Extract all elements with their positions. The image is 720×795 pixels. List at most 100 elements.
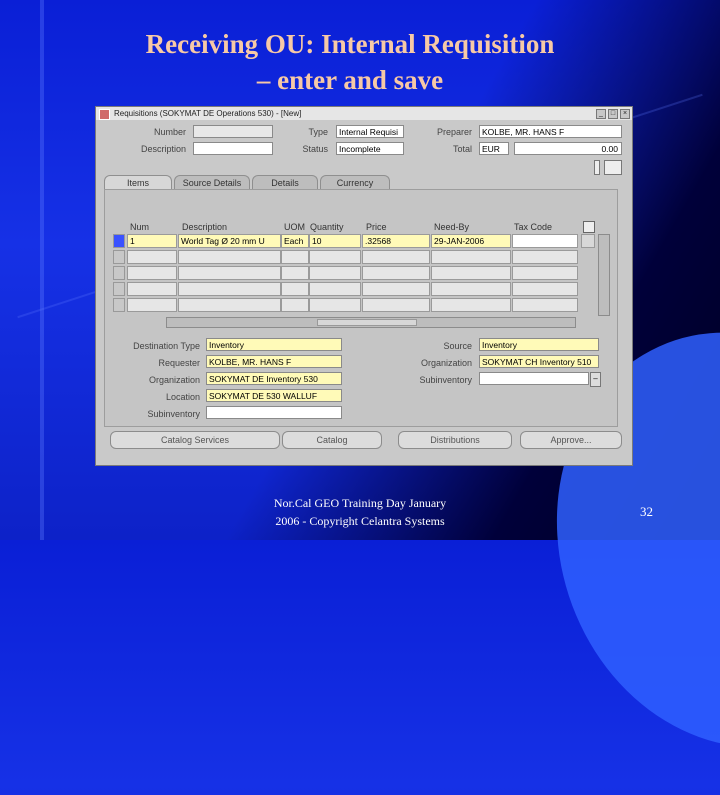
title-line-1: Receiving OU: Internal Requisition — [145, 29, 555, 59]
source-organization-field[interactable]: SOKYMAT CH Inventory 510 — [479, 355, 599, 368]
cell-num[interactable]: 1 — [127, 234, 177, 248]
requester-field[interactable]: KOLBE, MR. HANS F — [206, 355, 342, 368]
table-cell[interactable] — [309, 250, 361, 264]
table-cell[interactable] — [512, 250, 578, 264]
tab-source-details[interactable]: Source Details — [174, 175, 250, 190]
table-cell[interactable] — [127, 282, 177, 296]
table-cell[interactable] — [178, 250, 281, 264]
table-cell[interactable] — [178, 298, 281, 312]
close-icon[interactable]: × — [620, 109, 630, 119]
total-field[interactable]: 0.00 — [514, 142, 622, 155]
destination-type-label: Destination Type — [133, 341, 200, 351]
table-cell[interactable] — [281, 250, 309, 264]
window-titlebar: Requisitions (SOKYMAT DE Operations 530)… — [96, 107, 632, 120]
source-subinventory-label: Subinventory — [419, 375, 472, 385]
table-cell[interactable] — [362, 282, 430, 296]
requisitions-window: Requisitions (SOKYMAT DE Operations 530)… — [95, 106, 633, 466]
row-selector[interactable] — [113, 282, 125, 296]
select-all-checkbox[interactable] — [583, 221, 595, 233]
table-cell[interactable] — [431, 250, 511, 264]
row-selector[interactable] — [113, 234, 125, 248]
slide-title: Receiving OU: Internal Requisition – ent… — [0, 26, 700, 98]
col-uom: UOM — [284, 222, 305, 232]
window-title: Requisitions (SOKYMAT DE Operations 530)… — [114, 109, 302, 118]
total-label: Total — [452, 144, 472, 154]
location-field[interactable]: SOKYMAT DE 530 WALLUF — [206, 389, 342, 402]
source-field[interactable]: Inventory — [479, 338, 599, 351]
app-icon — [99, 109, 110, 120]
table-cell[interactable] — [178, 266, 281, 280]
cell-description[interactable]: World Tag Ø 20 mm U — [178, 234, 281, 248]
row-checkbox[interactable] — [581, 234, 595, 248]
table-cell[interactable] — [362, 266, 430, 280]
page-number: 32 — [640, 504, 653, 519]
table-cell[interactable] — [309, 298, 361, 312]
table-cell[interactable] — [127, 266, 177, 280]
table-cell[interactable] — [281, 282, 309, 296]
source-subinventory-field[interactable] — [479, 372, 589, 385]
table-cell[interactable] — [431, 266, 511, 280]
location-label: Location — [165, 392, 200, 402]
description-field[interactable] — [193, 142, 273, 155]
table-cell[interactable] — [512, 298, 578, 312]
distributions-button[interactable]: Distributions — [398, 431, 512, 449]
row-selector[interactable] — [113, 298, 125, 312]
table-cell[interactable] — [309, 266, 361, 280]
vertical-scrollbar[interactable] — [598, 234, 610, 316]
col-need-by: Need-By — [434, 222, 470, 232]
table-cell[interactable] — [431, 282, 511, 296]
cell-tax-code[interactable] — [512, 234, 578, 248]
footer-line-2: 2006 - Copyright Celantra Systems — [275, 514, 445, 528]
footer-line-1: Nor.Cal GEO Training Day January — [273, 496, 447, 510]
preparer-field[interactable]: KOLBE, MR. HANS F — [479, 125, 622, 138]
slide-footer: Nor.Cal GEO Training Day January 2006 - … — [230, 494, 490, 530]
source-label: Source — [443, 341, 472, 351]
currency-field[interactable]: EUR — [479, 142, 509, 155]
destination-type-field[interactable]: Inventory — [206, 338, 342, 351]
minimize-icon[interactable]: _ — [596, 109, 606, 119]
number-field[interactable] — [193, 125, 273, 138]
table-cell[interactable] — [178, 282, 281, 296]
status-field[interactable]: Incomplete — [336, 142, 404, 155]
cell-need-by[interactable]: 29-JAN-2006 — [431, 234, 511, 248]
table-cell[interactable] — [127, 298, 177, 312]
type-label: Type — [308, 127, 328, 137]
subinventory-field[interactable] — [206, 406, 342, 419]
cell-price[interactable]: .32568 — [362, 234, 430, 248]
cell-quantity[interactable]: 10 — [309, 234, 361, 248]
row-selector[interactable] — [113, 250, 125, 264]
organization-field[interactable]: SOKYMAT DE Inventory 530 — [206, 372, 342, 385]
table-cell[interactable] — [512, 266, 578, 280]
scroll-thumb[interactable] — [317, 319, 417, 326]
table-cell[interactable] — [362, 298, 430, 312]
header-checkbox[interactable] — [604, 160, 622, 175]
table-cell[interactable] — [362, 250, 430, 264]
col-tax-code: Tax Code — [514, 222, 553, 232]
table-cell[interactable] — [309, 282, 361, 296]
type-field[interactable]: Internal Requisi — [336, 125, 404, 138]
header-flex-field[interactable] — [594, 160, 600, 175]
requester-label: Requester — [158, 358, 200, 368]
row-selector[interactable] — [113, 266, 125, 280]
lov-icon[interactable]: – — [590, 372, 601, 387]
table-cell[interactable] — [431, 298, 511, 312]
table-cell[interactable] — [127, 250, 177, 264]
table-cell[interactable] — [281, 266, 309, 280]
title-line-2: – enter and save — [256, 65, 444, 95]
col-price: Price — [366, 222, 387, 232]
tab-currency[interactable]: Currency — [320, 175, 390, 190]
maximize-icon[interactable]: □ — [608, 109, 618, 119]
tab-details[interactable]: Details — [252, 175, 318, 190]
table-cell[interactable] — [281, 298, 309, 312]
col-num: Num — [130, 222, 150, 232]
approve-button[interactable]: Approve... — [520, 431, 622, 449]
source-organization-label: Organization — [420, 358, 472, 368]
cell-uom[interactable]: Each — [281, 234, 309, 248]
organization-label: Organization — [148, 375, 200, 385]
description-label: Description — [140, 144, 186, 154]
catalog-button[interactable]: Catalog — [282, 431, 382, 449]
table-cell[interactable] — [512, 282, 578, 296]
catalog-services-button[interactable]: Catalog Services — [110, 431, 280, 449]
horizontal-scrollbar[interactable] — [166, 317, 576, 328]
col-quantity: Quantity — [310, 222, 344, 232]
